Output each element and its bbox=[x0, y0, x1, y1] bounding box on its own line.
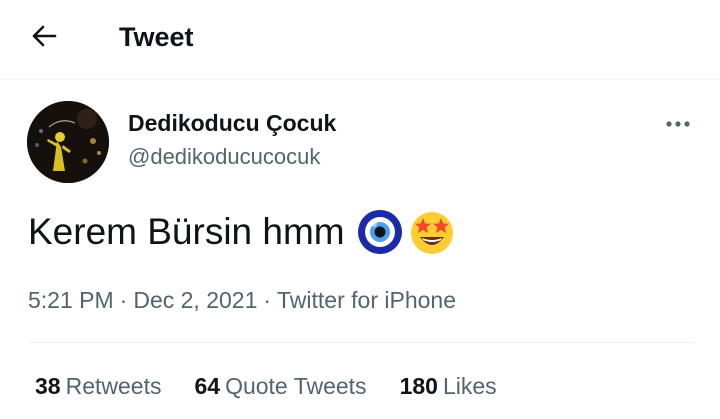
stat-likes[interactable]: 180 Likes bbox=[400, 370, 497, 402]
back-button[interactable] bbox=[26, 20, 62, 56]
tweet-date[interactable]: Dec 2, 2021 bbox=[133, 287, 257, 313]
stat-label: Retweets bbox=[65, 373, 162, 399]
tweet-meta: 5:21 PM · Dec 2, 2021 · Twitter for iPhone bbox=[28, 284, 456, 316]
stat-count: 180 bbox=[399, 373, 438, 399]
divider bbox=[28, 342, 694, 343]
stat-label: Likes bbox=[442, 373, 497, 399]
meta-separator: · bbox=[263, 287, 272, 313]
tweet-stats: 38 Retweets 64 Quote Tweets 180 Likes bbox=[35, 370, 530, 402]
stat-quote-tweets[interactable]: 64 Quote Tweets bbox=[194, 370, 366, 402]
stat-count: 64 bbox=[194, 373, 221, 399]
star-struck-emoji bbox=[409, 209, 455, 255]
tweet-header: Tweet bbox=[0, 0, 720, 80]
stat-count: 38 bbox=[35, 373, 61, 399]
author-handle[interactable]: @dedikoducucocuk bbox=[128, 142, 320, 172]
tweet-source[interactable]: Twitter for iPhone bbox=[277, 287, 456, 313]
tweet-text: Kerem Bürsin hmm bbox=[28, 211, 345, 252]
more-horizontal-icon bbox=[665, 115, 691, 133]
avatar[interactable] bbox=[27, 101, 109, 183]
stat-retweets[interactable]: 38 Retweets bbox=[35, 370, 161, 402]
author-display-name[interactable]: Dedikoducu Çocuk bbox=[128, 108, 336, 138]
tweet-time[interactable]: 5:21 PM bbox=[28, 287, 114, 313]
nazar-amulet-emoji bbox=[357, 209, 403, 255]
stat-label: Quote Tweets bbox=[225, 373, 367, 399]
arrow-left-icon bbox=[31, 25, 57, 52]
tweet-body: Kerem Bürsin hmm bbox=[28, 208, 455, 256]
page-title: Tweet bbox=[119, 22, 194, 52]
meta-separator: · bbox=[119, 287, 128, 313]
more-options-button[interactable] bbox=[660, 108, 696, 140]
